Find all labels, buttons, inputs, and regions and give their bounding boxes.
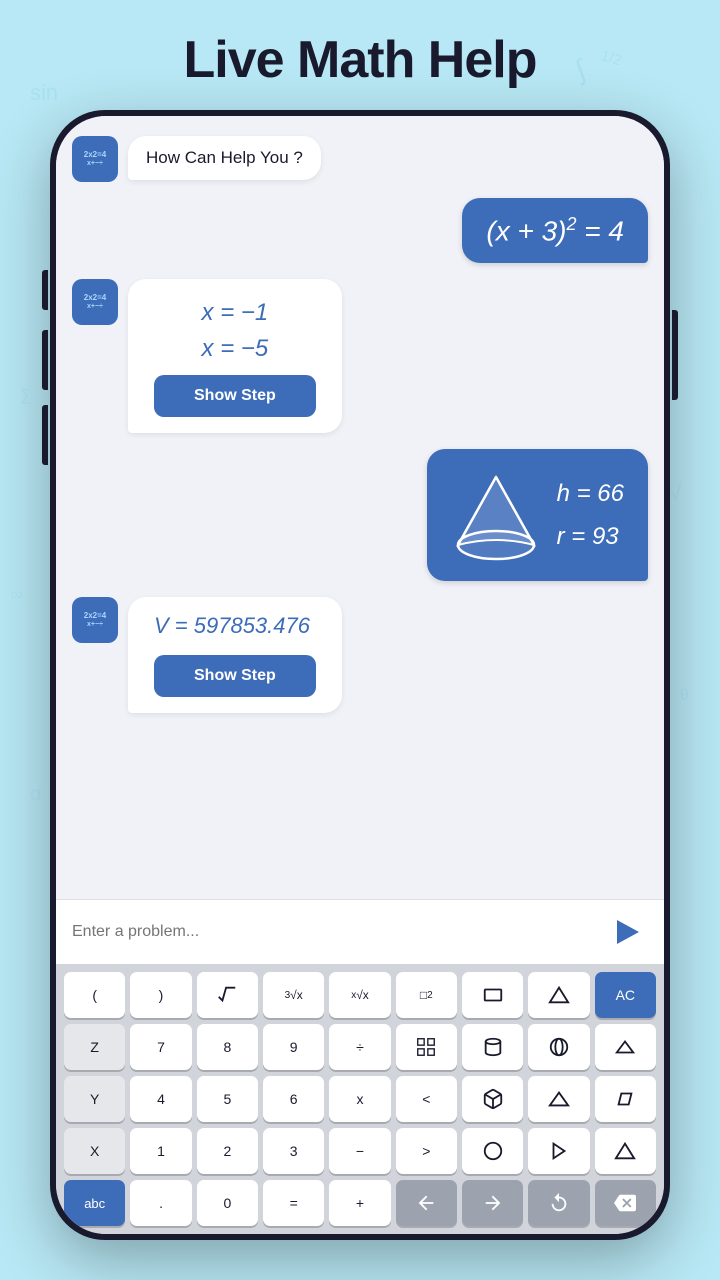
key-triangle-outline[interactable] [528, 972, 589, 1018]
phone-screen: 2x2=4 x+−÷ How Can Help You ? (x + 3)2 =… [56, 116, 664, 1234]
show-step-button-2[interactable]: Show Step [154, 655, 316, 697]
key-dot[interactable]: . [130, 1180, 191, 1226]
key-multiply[interactable]: x [329, 1076, 390, 1122]
key-close-paren[interactable]: ) [130, 972, 191, 1018]
key-matrix[interactable] [396, 1024, 457, 1070]
key-triangle-flat[interactable] [595, 1024, 656, 1070]
key-square[interactable]: □2 [396, 972, 457, 1018]
keyboard-row-5: abc . 0 = + [64, 1180, 656, 1226]
greeting-message: 2x2=4 x+−÷ How Can Help You ? [72, 136, 648, 182]
user-cone-message: h = 66 r = 93 [72, 449, 648, 581]
key-z[interactable]: Z [64, 1024, 125, 1070]
key-5[interactable]: 5 [197, 1076, 258, 1122]
key-x[interactable]: X [64, 1128, 125, 1174]
volume-down-button [42, 330, 48, 390]
silent-button [42, 405, 48, 465]
key-greater-than[interactable]: > [396, 1128, 457, 1174]
send-icon [617, 920, 639, 944]
keyboard-row-4: X 1 2 3 − > [64, 1128, 656, 1174]
key-backspace[interactable] [595, 1180, 656, 1226]
key-4[interactable]: 4 [130, 1076, 191, 1122]
svg-text:∞: ∞ [10, 584, 23, 604]
math-keyboard: ( ) 3√x x√x □2 AC Z [56, 964, 664, 1234]
bot-avatar: 2x2=4 x+−÷ [72, 136, 118, 182]
key-2[interactable]: 2 [197, 1128, 258, 1174]
keyboard-row-2: Z 7 8 9 ÷ [64, 1024, 656, 1070]
cone-content: h = 66 r = 93 [451, 465, 624, 565]
solution-content: x = −1 x = −5 Show Step [146, 291, 324, 421]
problem-input[interactable] [72, 923, 598, 941]
key-parallelogram[interactable] [595, 1076, 656, 1122]
greeting-text: How Can Help You ? [146, 148, 303, 167]
show-step-button-1[interactable]: Show Step [154, 375, 316, 417]
key-sphere[interactable] [528, 1024, 589, 1070]
svg-text:∫: ∫ [570, 53, 592, 86]
svg-text:α: α [30, 783, 42, 805]
key-less-than[interactable]: < [396, 1076, 457, 1122]
key-reset[interactable] [528, 1180, 589, 1226]
keyboard-row-1: ( ) 3√x x√x □2 AC [64, 972, 656, 1018]
chat-area: 2x2=4 x+−÷ How Can Help You ? (x + 3)2 =… [56, 116, 664, 899]
svg-text:sin: sin [30, 80, 58, 105]
key-tri-up[interactable] [528, 1076, 589, 1122]
user-equation-bubble: (x + 3)2 = 4 [462, 198, 648, 263]
key-right-arrow[interactable] [462, 1180, 523, 1226]
key-minus[interactable]: − [329, 1128, 390, 1174]
svg-text:∑: ∑ [20, 387, 31, 404]
cone-icon [451, 465, 541, 565]
send-button[interactable] [608, 912, 648, 952]
key-7[interactable]: 7 [130, 1024, 191, 1070]
volume-bubble: V = 597853.476 Show Step [128, 597, 342, 713]
key-arrow-tri[interactable] [528, 1128, 589, 1174]
bot-solution-message: 2x2=4 x+−÷ x = −1 x = −5 Show Step [72, 279, 648, 433]
svg-text:θ: θ [680, 687, 689, 704]
power-button [672, 310, 678, 400]
key-ac[interactable]: AC [595, 972, 656, 1018]
bot-avatar-3: 2x2=4 x+−÷ [72, 597, 118, 643]
key-plus[interactable]: + [329, 1180, 390, 1226]
key-y[interactable]: Y [64, 1076, 125, 1122]
key-open-paren[interactable]: ( [64, 972, 125, 1018]
bot-volume-message: 2x2=4 x+−÷ V = 597853.476 Show Step [72, 597, 648, 713]
h-value: h = 66 [557, 472, 624, 515]
user-equation-message: (x + 3)2 = 4 [72, 198, 648, 263]
volume-content: V = 597853.476 Show Step [146, 609, 324, 701]
bot-avatar-2: 2x2=4 x+−÷ [72, 279, 118, 325]
r-value: r = 93 [557, 515, 624, 558]
key-9[interactable]: 9 [263, 1024, 324, 1070]
key-circle[interactable] [462, 1128, 523, 1174]
svg-text:√: √ [670, 483, 681, 505]
key-6[interactable]: 6 [263, 1076, 324, 1122]
svg-text:1/2: 1/2 [599, 47, 624, 69]
user-equation-text: (x + 3)2 = 4 [486, 214, 624, 247]
solution-eq-2: x = −5 [202, 331, 269, 367]
key-cbrt[interactable]: 3√x [263, 972, 324, 1018]
key-8[interactable]: 8 [197, 1024, 258, 1070]
user-cone-bubble: h = 66 r = 93 [427, 449, 648, 581]
phone-frame: 2x2=4 x+−÷ How Can Help You ? (x + 3)2 =… [50, 110, 670, 1240]
input-area [56, 899, 664, 964]
key-left-arrow[interactable] [396, 1180, 457, 1226]
key-cylinder[interactable] [462, 1024, 523, 1070]
key-rectangle[interactable] [462, 972, 523, 1018]
volume-equation: V = 597853.476 [154, 613, 316, 639]
key-sqrt[interactable] [197, 972, 258, 1018]
solution-eq-1: x = −1 [202, 295, 269, 331]
key-divide[interactable]: ÷ [329, 1024, 390, 1070]
keyboard-row-3: Y 4 5 6 x < [64, 1076, 656, 1122]
volume-up-button [42, 270, 48, 310]
key-3[interactable]: 3 [263, 1128, 324, 1174]
key-1[interactable]: 1 [130, 1128, 191, 1174]
key-tri-outline[interactable] [595, 1128, 656, 1174]
greeting-bubble: How Can Help You ? [128, 136, 321, 180]
key-0[interactable]: 0 [197, 1180, 258, 1226]
app-title: Live Math Help [184, 30, 537, 90]
key-nrt[interactable]: x√x [329, 972, 390, 1018]
solution-bubble: x = −1 x = −5 Show Step [128, 279, 342, 433]
key-cube[interactable] [462, 1076, 523, 1122]
key-abc[interactable]: abc [64, 1180, 125, 1226]
key-equals[interactable]: = [263, 1180, 324, 1226]
